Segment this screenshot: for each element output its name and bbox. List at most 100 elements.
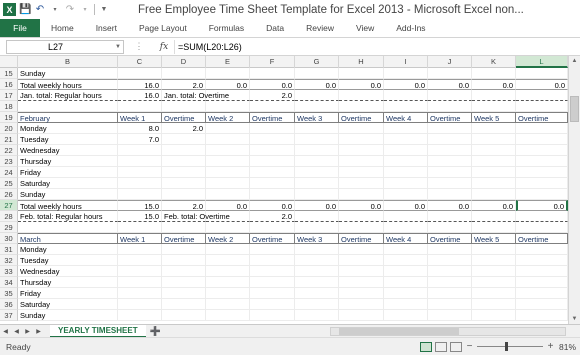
row-header[interactable]: 19 [0, 112, 18, 123]
cell[interactable] [472, 134, 516, 145]
cell[interactable] [162, 288, 206, 299]
row-header[interactable]: 33 [0, 266, 18, 277]
cell[interactable] [162, 277, 206, 288]
tab-data[interactable]: Data [255, 19, 295, 37]
cell[interactable] [162, 310, 206, 321]
horizontal-scrollbar[interactable] [330, 327, 566, 336]
cell[interactable] [516, 145, 568, 156]
cell[interactable] [384, 244, 428, 255]
cell[interactable]: Sunday [18, 189, 118, 200]
cell[interactable]: Week 5 [472, 112, 516, 123]
undo-dropdown-icon[interactable]: ▾ [49, 4, 61, 16]
cell[interactable] [339, 288, 384, 299]
cell[interactable] [339, 178, 384, 189]
cell[interactable]: 0.0 [295, 79, 339, 90]
cell[interactable] [472, 244, 516, 255]
cell[interactable]: Week 3 [295, 233, 339, 244]
cell[interactable] [118, 68, 162, 79]
cell[interactable] [339, 189, 384, 200]
cell[interactable]: Week 5 [472, 233, 516, 244]
cell[interactable] [428, 299, 472, 310]
vertical-scrollbar[interactable]: ▲ ▼ [568, 56, 580, 324]
cell[interactable] [162, 222, 206, 233]
cell[interactable]: 2.0 [162, 79, 206, 90]
cell[interactable] [384, 211, 428, 222]
cell[interactable]: Wednesday [18, 266, 118, 277]
cell[interactable] [250, 178, 295, 189]
cell[interactable] [250, 277, 295, 288]
cell[interactable] [472, 266, 516, 277]
cell[interactable] [162, 189, 206, 200]
cell[interactable]: March [18, 233, 118, 244]
cell[interactable] [295, 145, 339, 156]
cell[interactable] [162, 134, 206, 145]
cell[interactable] [384, 299, 428, 310]
cell[interactable] [516, 156, 568, 167]
cell[interactable]: Week 1 [118, 112, 162, 123]
cell[interactable] [339, 244, 384, 255]
cell[interactable] [339, 134, 384, 145]
cell[interactable] [339, 68, 384, 79]
cell[interactable]: Week 1 [118, 233, 162, 244]
cell[interactable] [295, 68, 339, 79]
cell[interactable] [206, 189, 250, 200]
row-header[interactable]: 27 [0, 200, 18, 211]
cell[interactable]: 0.0 [295, 200, 339, 211]
cell[interactable] [295, 167, 339, 178]
cell[interactable] [472, 156, 516, 167]
cell[interactable] [339, 145, 384, 156]
cell[interactable] [295, 288, 339, 299]
cell[interactable] [250, 222, 295, 233]
cell[interactable] [339, 277, 384, 288]
cell[interactable] [118, 178, 162, 189]
cell[interactable] [384, 90, 428, 101]
cell[interactable]: 0.0 [472, 200, 516, 211]
cell[interactable]: Total weekly hours [18, 200, 118, 211]
cell[interactable]: Sunday [18, 68, 118, 79]
column-header-c[interactable]: C [118, 56, 162, 68]
row-header[interactable]: 16 [0, 79, 18, 90]
cell[interactable]: 15.0 [118, 200, 162, 211]
cell[interactable] [162, 255, 206, 266]
cell[interactable] [295, 222, 339, 233]
cell[interactable]: Jan. total: Regular hours [18, 90, 118, 101]
cell[interactable] [250, 167, 295, 178]
cell[interactable] [428, 156, 472, 167]
cell[interactable] [206, 299, 250, 310]
cell[interactable]: Wednesday [18, 145, 118, 156]
cell[interactable] [206, 167, 250, 178]
cell[interactable]: 7.0 [118, 134, 162, 145]
tab-view[interactable]: View [345, 19, 385, 37]
cell[interactable]: Overtime [162, 233, 206, 244]
cell[interactable] [472, 68, 516, 79]
normal-view-icon[interactable] [419, 341, 432, 352]
redo-dropdown-icon[interactable]: ▾ [79, 4, 91, 16]
cell[interactable] [206, 123, 250, 134]
cell[interactable] [384, 123, 428, 134]
cell[interactable] [162, 156, 206, 167]
cell[interactable] [339, 310, 384, 321]
redo-icon[interactable]: ↷ [64, 4, 76, 16]
cell[interactable] [428, 123, 472, 134]
cell[interactable]: 0.0 [428, 200, 472, 211]
row-header[interactable]: 24 [0, 167, 18, 178]
cell[interactable] [295, 266, 339, 277]
row-header[interactable]: 31 [0, 244, 18, 255]
tab-insert[interactable]: Insert [85, 19, 128, 37]
cell[interactable] [339, 222, 384, 233]
cell[interactable] [384, 145, 428, 156]
cell[interactable] [250, 244, 295, 255]
cell[interactable]: 0.0 [339, 79, 384, 90]
name-box-dropdown-icon[interactable]: ▼ [115, 41, 121, 54]
cell[interactable] [339, 266, 384, 277]
new-sheet-icon[interactable]: ➕ [150, 326, 161, 337]
cell[interactable] [206, 101, 250, 112]
cell[interactable] [384, 178, 428, 189]
cell[interactable]: Total weekly hours [18, 79, 118, 90]
cell[interactable] [162, 68, 206, 79]
cell[interactable] [339, 299, 384, 310]
cell[interactable] [250, 266, 295, 277]
vertical-scroll-thumb[interactable] [570, 96, 579, 122]
cell[interactable] [250, 68, 295, 79]
cell[interactable] [206, 288, 250, 299]
